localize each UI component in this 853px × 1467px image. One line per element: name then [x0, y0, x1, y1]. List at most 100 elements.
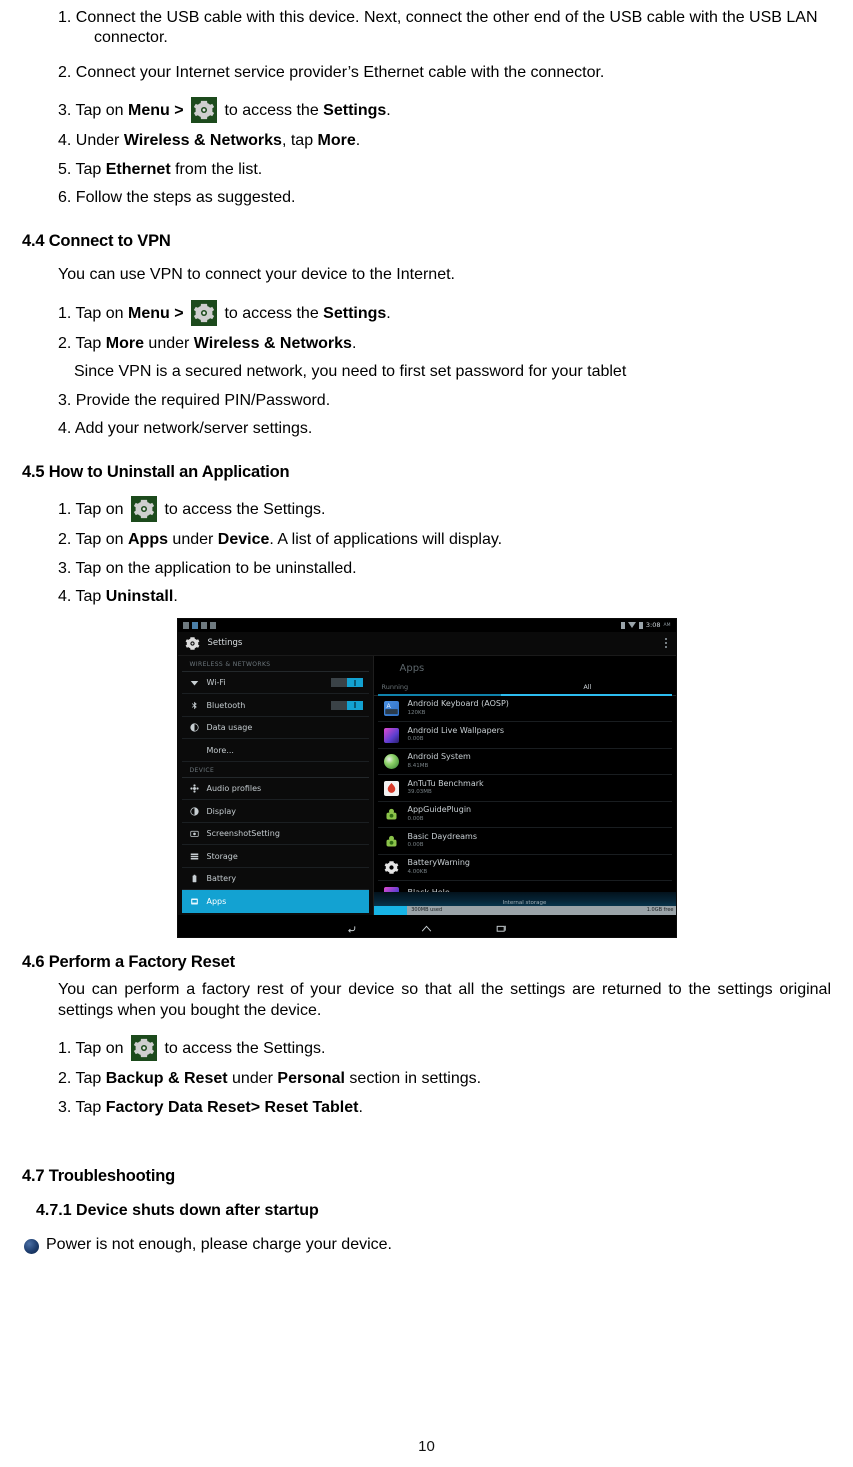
sidebar-group-label: WIRELESS & NETWORKS: [181, 656, 369, 672]
app-size: 0.00B: [407, 815, 424, 822]
list-item[interactable]: Basic Daydreams 0.00B: [377, 828, 672, 855]
sidebar-item-wifi[interactable]: Wi-Fi: [181, 672, 369, 695]
uninstall-step2-text-c: . A list of applications will display.: [269, 531, 503, 549]
sidebar-label-bluetooth: Bluetooth: [206, 700, 246, 710]
android-navigation-bar[interactable]: [177, 914, 676, 937]
sidebar-item-storage[interactable]: Storage: [181, 845, 369, 868]
section-heading-4-7: 4.7 Troubleshooting: [22, 1167, 175, 1186]
app-name: Android Keyboard (AOSP): [407, 699, 509, 709]
factory-step-3: 3. Tap Factory Data Reset> Reset Tablet.: [22, 1098, 831, 1118]
sidebar-item-more[interactable]: More...: [181, 739, 369, 762]
vpn-step2-text-b: under: [143, 334, 194, 352]
sidebar-label-apps: Apps: [206, 896, 227, 906]
settings-gear-icon: [130, 1035, 157, 1062]
overflow-menu-icon[interactable]: [664, 637, 667, 648]
vpn-step1-menu-label: Menu >: [127, 304, 184, 322]
apps-pane: Apps Running All A Android Keyboard (AOS…: [373, 655, 676, 915]
list-item[interactable]: Android System 8.41MB: [377, 749, 672, 776]
factory-step2-personal-label: Personal: [277, 1070, 345, 1088]
app-name: AppGuidePlugin: [407, 805, 472, 815]
section-heading-4-4: 4.4 Connect to VPN: [22, 231, 171, 250]
action-bar-title: Settings: [207, 638, 243, 649]
list-item[interactable]: Android Live Wallpapers 0.00B: [377, 722, 672, 749]
tablet-screenshot-figure: 3:08 AM Settings WIRELESS & NETWORKS Wi-…: [176, 617, 677, 938]
app-size: 8.41MB: [407, 762, 429, 769]
factory-step2-backup-label: Backup & Reset: [105, 1070, 228, 1088]
vpn-step-2: 2. Tap More under Wireless & Networks.: [22, 334, 831, 354]
vpn-step1-text-c: .: [386, 304, 391, 322]
bluetooth-icon: [190, 701, 199, 710]
factory-step-1: 1. Tap on to access the Settings.: [22, 1035, 831, 1062]
display-icon: [189, 806, 199, 816]
bluetooth-toggle[interactable]: [330, 700, 363, 710]
tab-running[interactable]: Running: [378, 680, 504, 695]
list-item[interactable]: A Android Keyboard (AOSP) 120KB: [377, 696, 672, 723]
sidebar-label-display: Display: [206, 806, 237, 816]
list-item[interactable]: AppGuidePlugin 0.00B: [377, 802, 672, 829]
battery-status-icon: [638, 621, 643, 629]
battery-icon: [190, 874, 199, 883]
factory-step2-text-c: section in settings.: [344, 1070, 482, 1088]
app-size: 4.00KB: [407, 868, 428, 875]
sidebar-item-apps[interactable]: Apps: [181, 890, 369, 913]
sidebar-item-display[interactable]: Display: [181, 800, 369, 823]
app-size: 0.00B: [407, 736, 424, 743]
sidebar-item-bluetooth[interactable]: Bluetooth: [181, 694, 369, 717]
step4-wireless-label: Wireless & Networks: [123, 132, 282, 150]
list-item[interactable]: AnTuTu Benchmark 39.03MB: [377, 775, 672, 802]
tablet-device-screen: 3:08 AM Settings WIRELESS & NETWORKS Wi-…: [176, 617, 677, 938]
sidebar-item-audio-profiles[interactable]: Audio profiles: [181, 778, 369, 801]
app-icon-basic-daydreams: [384, 834, 399, 849]
uninstall-step2-text-a: 2. Tap on: [58, 531, 128, 549]
step4-text-a: 4. Under: [58, 132, 124, 150]
step5-text-a: 5. Tap: [58, 160, 106, 178]
step4-text-c: .: [355, 132, 361, 150]
app-name: BatteryWarning: [407, 858, 471, 868]
uninstall-step1-text-a: 1. Tap on: [58, 501, 128, 519]
uninstall-step-3: 3. Tap on the application to be uninstal…: [58, 559, 357, 577]
factory-step3-text-a: 3. Tap: [58, 1098, 106, 1116]
sidebar-label-screenshot-setting: ScreenshotSetting: [206, 829, 280, 839]
vpn-step1-settings-label: Settings: [323, 304, 387, 322]
wifi-toggle[interactable]: [330, 678, 363, 688]
vpn-step1-text-b: to access the: [224, 304, 324, 322]
bullet-dot-icon: [24, 1238, 39, 1254]
vpn-step-4: 4. Add your network/server settings.: [58, 420, 313, 438]
storage-usage-bar: 300MB used 1.0GB free: [373, 905, 676, 915]
step3-text-a: 3. Tap on: [58, 102, 128, 120]
audio-icon: [189, 784, 199, 793]
sidebar-item-battery[interactable]: Battery: [181, 868, 369, 891]
factory-step3-text-b: .: [358, 1098, 363, 1116]
uninstall-step2-text-b: under: [167, 531, 218, 549]
apps-tab-bar[interactable]: Running All: [373, 680, 676, 696]
uninstall-step4-text-a: 4. Tap: [58, 588, 106, 606]
tab-all[interactable]: All: [503, 680, 671, 695]
list-item[interactable]: BatteryWarning 4.00KB: [377, 855, 672, 882]
sidebar-item-data-usage[interactable]: Data usage: [181, 717, 369, 740]
vpn-step-1: 1. Tap on Menu > to access the Settings.: [22, 299, 831, 326]
status-bar-clock: 3:08: [645, 621, 661, 630]
sidebar-item-screenshot-setting[interactable]: ScreenshotSetting: [181, 823, 369, 846]
apps-pane-title: Apps: [399, 662, 425, 674]
factory-step3-label: Factory Data Reset> Reset Tablet: [105, 1098, 359, 1116]
vpn-step2-text-a: 2. Tap: [58, 334, 106, 352]
home-icon[interactable]: [420, 920, 433, 933]
app-name: Android System: [407, 752, 471, 762]
app-list[interactable]: A Android Keyboard (AOSP) 120KB Android …: [374, 696, 676, 908]
uninstall-step4-label: Uninstall: [105, 588, 174, 606]
back-icon[interactable]: [345, 920, 358, 933]
settings-sidebar[interactable]: WIRELESS & NETWORKS Wi-Fi Bluetooth Data…: [177, 655, 374, 915]
troubleshooting-bullet-1: Power is not enough, please charge your …: [22, 1235, 831, 1255]
storage-free-label: 1.0GB free: [646, 907, 674, 914]
sidebar-label-data-usage: Data usage: [206, 723, 253, 733]
app-icon-batterywarning: [384, 860, 399, 875]
status-bar-system: 3:08 AM: [620, 621, 671, 630]
ethernet-step-2: 2. Connect your Internet service provide…: [58, 63, 605, 81]
sdcard-icon: [200, 621, 207, 629]
ethernet-step-1: 1. Connect the USB cable with this devic…: [58, 9, 818, 47]
uninstall-step2-apps-label: Apps: [127, 531, 168, 549]
download-icon: [209, 621, 216, 629]
sidebar-group-label: PERSONAL: [182, 913, 369, 915]
recents-icon[interactable]: [495, 920, 508, 933]
sidebar-label-audio-profiles: Audio profiles: [206, 784, 262, 794]
